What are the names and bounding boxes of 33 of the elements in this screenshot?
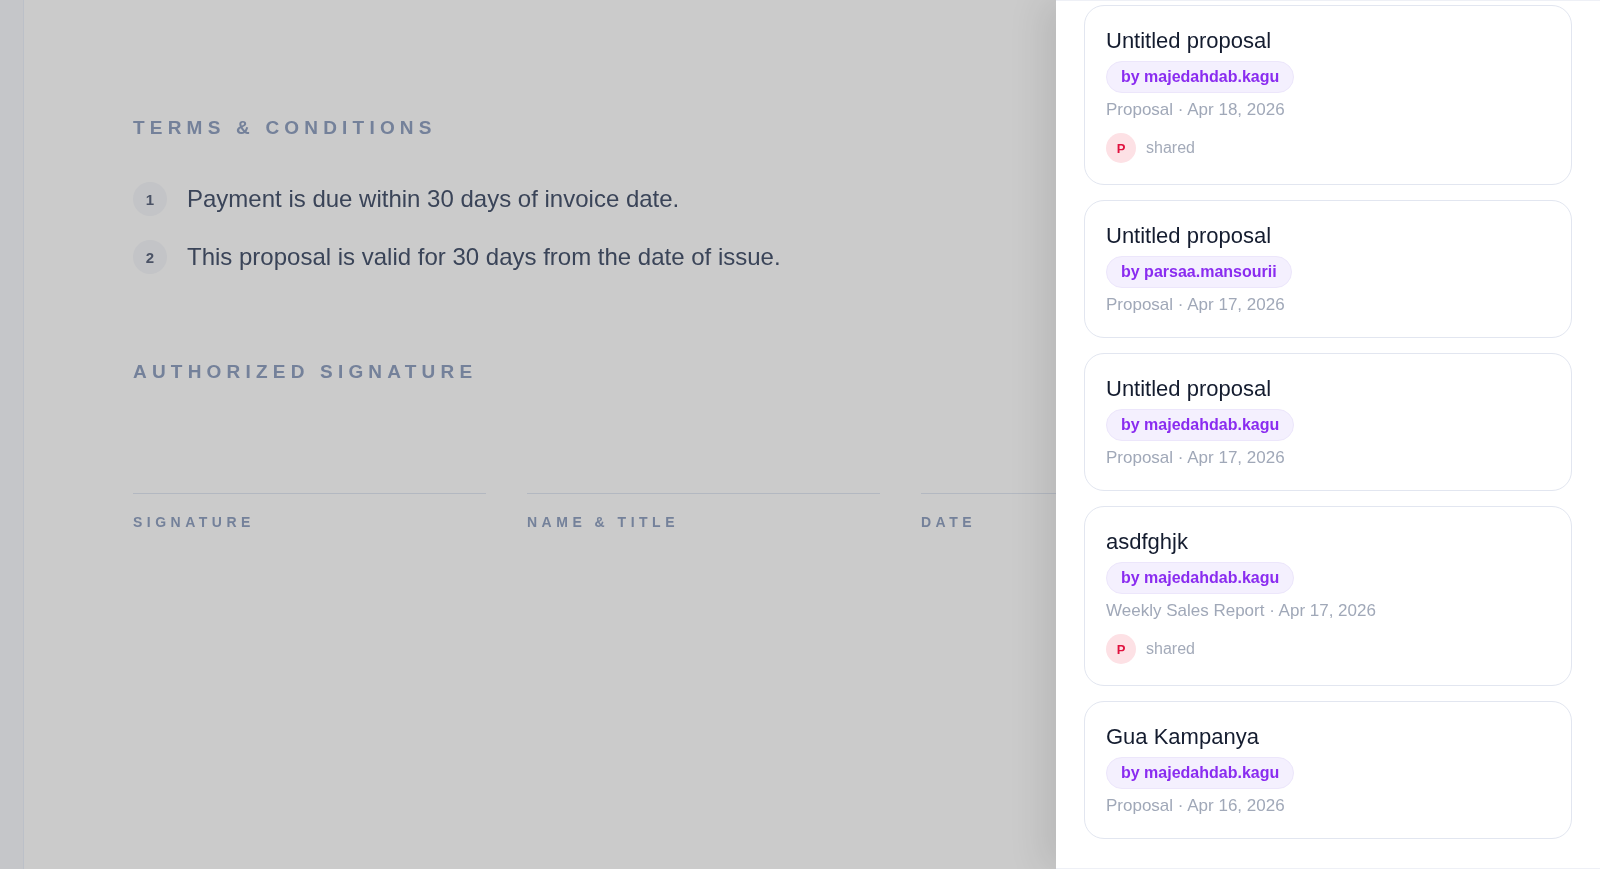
signature-field-label: SIGNATURE xyxy=(133,513,255,531)
user-avatar: P xyxy=(1106,133,1136,163)
author-tag: by majedahdab.kagu xyxy=(1106,409,1295,441)
proposal-card[interactable]: Untitled proposal by parsaa.mansourii Proposal · Apr 17, 2026 xyxy=(1084,200,1572,338)
user-avatar: P xyxy=(1106,634,1136,664)
proposal-meta: Proposal · Apr 17, 2026 xyxy=(1106,294,1285,316)
term-text: Payment is due within 30 days of invoice date. xyxy=(187,184,680,214)
proposal-title: asdfghjk xyxy=(1106,528,1188,555)
author-tag: by majedahdab.kagu xyxy=(1106,61,1295,93)
proposal-card[interactable]: Untitled proposal by majedahdab.kagu Proposal · Apr 18, 2026 P shared xyxy=(1084,5,1572,185)
proposal-title: Untitled proposal xyxy=(1106,375,1272,402)
term-text: This proposal is valid for 30 days from the date of issue. xyxy=(187,242,781,272)
proposal-title: Untitled proposal xyxy=(1106,27,1272,54)
author-tag: by majedahdab.kagu xyxy=(1106,757,1295,789)
proposal-meta: Proposal · Apr 16, 2026 xyxy=(1106,795,1285,817)
proposal-title: Gua Kampanya xyxy=(1106,723,1259,750)
proposal-card[interactable]: Untitled proposal by majedahdab.kagu Proposal · Apr 17, 2026 xyxy=(1084,353,1572,491)
proposal-meta: Proposal · Apr 17, 2026 xyxy=(1106,447,1285,469)
proposal-card[interactable]: asdfghjk by majedahdab.kagu Weekly Sales Report · Apr 17, 2026 P shared xyxy=(1084,506,1572,686)
author-tag: by majedahdab.kagu xyxy=(1106,562,1295,594)
signature-field-label: NAME & TITLE xyxy=(527,513,679,531)
list-number: 1 xyxy=(133,182,167,216)
list-number: 2 xyxy=(133,240,167,274)
section-heading: TERMS & CONDITIONS xyxy=(133,116,437,140)
shared-label: shared xyxy=(1146,639,1195,659)
proposal-meta: Weekly Sales Report · Apr 17, 2026 xyxy=(1106,600,1376,622)
section-heading: AUTHORIZED SIGNATURE xyxy=(133,360,478,384)
proposal-card[interactable]: Gua Kampanya by majedahdab.kagu Proposal · Apr 16, 2026 xyxy=(1084,701,1572,839)
shared-label: shared xyxy=(1146,138,1195,158)
proposal-title: Untitled proposal xyxy=(1106,222,1272,249)
signature-field-label: DATE xyxy=(921,513,977,531)
author-tag: by parsaa.mansourii xyxy=(1106,256,1292,288)
proposal-meta: Proposal · Apr 18, 2026 xyxy=(1106,99,1285,121)
